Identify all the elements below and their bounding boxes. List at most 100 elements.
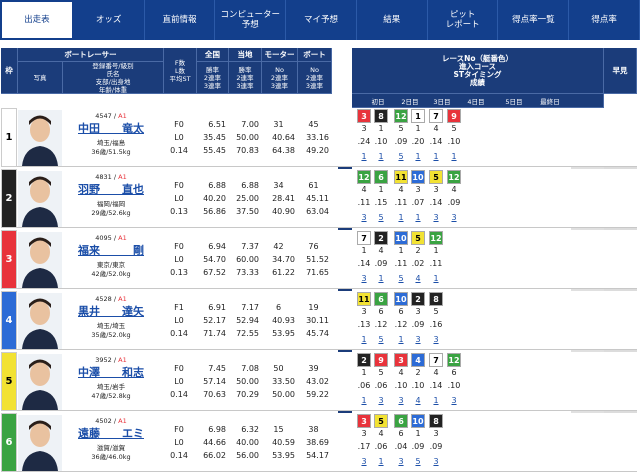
age-weight: 36歳/51.5kg xyxy=(91,148,131,156)
result-link[interactable]: 4 xyxy=(411,396,425,405)
result-link[interactable]: 3 xyxy=(429,335,443,344)
result-link[interactable]: 1 xyxy=(394,335,408,344)
course: 4 xyxy=(378,246,384,255)
race-no: 10 xyxy=(394,231,408,245)
result-link[interactable]: 1 xyxy=(429,274,443,283)
result-link[interactable]: 3 xyxy=(394,396,408,405)
stat-t1: 7.00 xyxy=(241,120,259,129)
header-racer-sub: 登録番号/級別 氏名 支部/出身地 年齢/体重 xyxy=(63,62,164,94)
stat-z2: 40.20 xyxy=(203,194,226,203)
result-link[interactable]: 3 xyxy=(447,396,461,405)
tab-8[interactable]: 得点率 xyxy=(569,0,640,40)
race-no: 10 xyxy=(411,414,425,428)
tab-2[interactable]: 直前情報 xyxy=(145,0,216,40)
result-link[interactable]: 3 xyxy=(429,213,443,222)
st-timing: .09 xyxy=(374,259,388,268)
race-no: 12 xyxy=(429,231,443,245)
course: 6 xyxy=(398,307,404,316)
result-link[interactable]: 5 xyxy=(394,274,408,283)
course: 3 xyxy=(361,124,367,133)
tab-7[interactable]: 得点率一覧 xyxy=(498,0,570,40)
result-link[interactable]: 4 xyxy=(411,274,425,283)
result-link[interactable]: 3 xyxy=(394,457,408,466)
result-link[interactable]: 1 xyxy=(447,152,461,161)
stat-b2: 30.11 xyxy=(306,316,329,325)
stat-m1: 42 xyxy=(273,242,284,251)
race-no: 3 xyxy=(357,109,371,123)
stat-z1: 6.91 xyxy=(208,303,226,312)
stat-m3: 53.95 xyxy=(272,451,295,460)
stat-m3: 50.00 xyxy=(272,390,295,399)
racer-name[interactable]: 福来 剛 xyxy=(63,243,159,259)
tab-1[interactable]: オッズ xyxy=(74,0,145,40)
result-link[interactable]: 3 xyxy=(357,213,371,222)
stat-b3: 45.74 xyxy=(306,329,329,338)
stat-l: L0 xyxy=(174,133,184,142)
result-link[interactable]: 5 xyxy=(394,152,408,161)
header-motor-sub: No 2連率 3連率 xyxy=(262,62,298,94)
result-link[interactable]: 1 xyxy=(429,396,443,405)
stat-z2: 57.14 xyxy=(203,377,226,386)
day-0: 初日 xyxy=(371,98,385,106)
stat-b2: 45.11 xyxy=(306,194,329,203)
race-no: 12 xyxy=(357,170,371,184)
result-link[interactable]: 1 xyxy=(374,457,388,466)
race-no: 6 xyxy=(374,170,388,184)
st-timing: .09 xyxy=(447,198,461,207)
result-link[interactable]: 3 xyxy=(429,457,443,466)
race-no: 3 xyxy=(357,414,371,428)
reg-number: 4831 xyxy=(95,173,112,181)
tab-6[interactable]: ピット レポート xyxy=(428,0,499,40)
header-touchi: 当地 xyxy=(229,48,262,62)
racer-name[interactable]: 黒井 達矢 xyxy=(63,304,159,320)
racer-name[interactable]: 中澤 和志 xyxy=(63,365,159,381)
avatar xyxy=(18,415,62,471)
st-timing: .04 xyxy=(394,442,408,451)
result-link[interactable]: 1 xyxy=(357,335,371,344)
st-timing: .09 xyxy=(429,442,443,451)
result-link[interactable]: 3 xyxy=(411,335,425,344)
stat-f: F0 xyxy=(174,120,184,129)
branch: 埼玉/埼玉 xyxy=(96,322,126,330)
stat-l: L0 xyxy=(174,316,184,325)
result-link[interactable]: 1 xyxy=(411,213,425,222)
result-link[interactable]: 1 xyxy=(394,213,408,222)
result-link[interactable]: 1 xyxy=(374,152,388,161)
stat-st: 0.13 xyxy=(170,207,188,216)
result-link[interactable]: 3 xyxy=(374,396,388,405)
racer-name[interactable]: 羽野 直也 xyxy=(63,182,159,198)
result-link[interactable]: 1 xyxy=(429,152,443,161)
stat-b2: 43.02 xyxy=(306,377,329,386)
course: 3 xyxy=(361,307,367,316)
stat-b2: 38.69 xyxy=(306,438,329,447)
result-link[interactable]: 1 xyxy=(374,274,388,283)
tab-4[interactable]: マイ予想 xyxy=(286,0,357,40)
result-link[interactable]: 5 xyxy=(374,335,388,344)
result-link[interactable]: 1 xyxy=(357,152,371,161)
class-badge: A1 xyxy=(118,356,127,364)
result-link[interactable]: 5 xyxy=(374,213,388,222)
waku-6: 6 xyxy=(1,413,17,472)
result-link[interactable]: 5 xyxy=(411,457,425,466)
course: 1 xyxy=(378,124,384,133)
result-link[interactable]: 3 xyxy=(447,213,461,222)
result-link[interactable]: 3 xyxy=(357,457,371,466)
stat-t1: 6.88 xyxy=(241,181,259,190)
header-zenkoku-sub: 勝率 2連率 3連率 xyxy=(197,62,229,94)
st-timing: .02 xyxy=(411,259,425,268)
tab-0[interactable]: 出走表 xyxy=(0,0,74,40)
avatar xyxy=(18,293,62,349)
stat-st: 0.14 xyxy=(170,390,188,399)
st-timing: .11 xyxy=(429,259,443,268)
stat-st: 0.14 xyxy=(170,146,188,155)
tab-5[interactable]: 結果 xyxy=(357,0,428,40)
result-link[interactable]: 1 xyxy=(411,152,425,161)
result-link[interactable]: 3 xyxy=(357,274,371,283)
course: 1 xyxy=(361,368,367,377)
race-no: 8 xyxy=(429,292,443,306)
tab-3[interactable]: コンピューター 予想 xyxy=(215,0,287,40)
racer-name[interactable]: 遠藤 エミ xyxy=(63,426,159,442)
result-link[interactable]: 1 xyxy=(357,396,371,405)
stat-l: L0 xyxy=(174,438,184,447)
racer-name[interactable]: 中田 竜太 xyxy=(63,121,159,137)
